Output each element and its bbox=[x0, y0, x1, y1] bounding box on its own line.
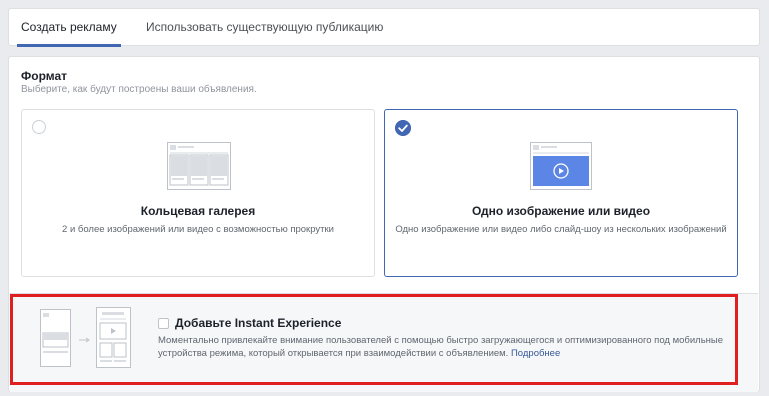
single-image-description: Одно изображение или видео либо слайд-шо… bbox=[395, 224, 727, 235]
format-option-single-image[interactable]: Одно изображение или видео Одно изображе… bbox=[384, 109, 738, 277]
single-image-preview-icon bbox=[530, 142, 592, 190]
instant-experience-checkbox[interactable] bbox=[158, 318, 169, 329]
instant-experience-description-text: Моментально привлекайте внимание пользов… bbox=[158, 335, 723, 359]
ad-creation-tabs: Создать рекламу Использовать существующу… bbox=[8, 8, 760, 47]
format-title: Формат bbox=[21, 69, 68, 83]
carousel-radio[interactable] bbox=[32, 120, 46, 134]
carousel-title: Кольцевая галерея bbox=[140, 204, 256, 218]
carousel-description: 2 и более изображений или видео с возмож… bbox=[62, 224, 334, 235]
carousel-preview-icon bbox=[167, 142, 231, 190]
tab-create-ad[interactable]: Создать рекламу bbox=[17, 9, 121, 47]
format-subtitle: Выберите, как будут построены ваши объяв… bbox=[21, 84, 257, 95]
selected-check-icon[interactable] bbox=[395, 120, 411, 136]
instant-experience-illustration-icon bbox=[40, 307, 131, 368]
learn-more-link[interactable]: Подробнее bbox=[511, 348, 560, 359]
single-image-title: Одно изображение или видео bbox=[471, 204, 651, 218]
instant-experience-title: Добавьте Instant Experience bbox=[175, 316, 342, 330]
instant-experience-description: Моментально привлекайте внимание пользов… bbox=[158, 334, 733, 360]
tab-use-existing-post[interactable]: Использовать существующую публикацию bbox=[146, 9, 383, 46]
format-option-carousel[interactable]: Кольцевая галерея 2 и более изображений … bbox=[21, 109, 375, 277]
